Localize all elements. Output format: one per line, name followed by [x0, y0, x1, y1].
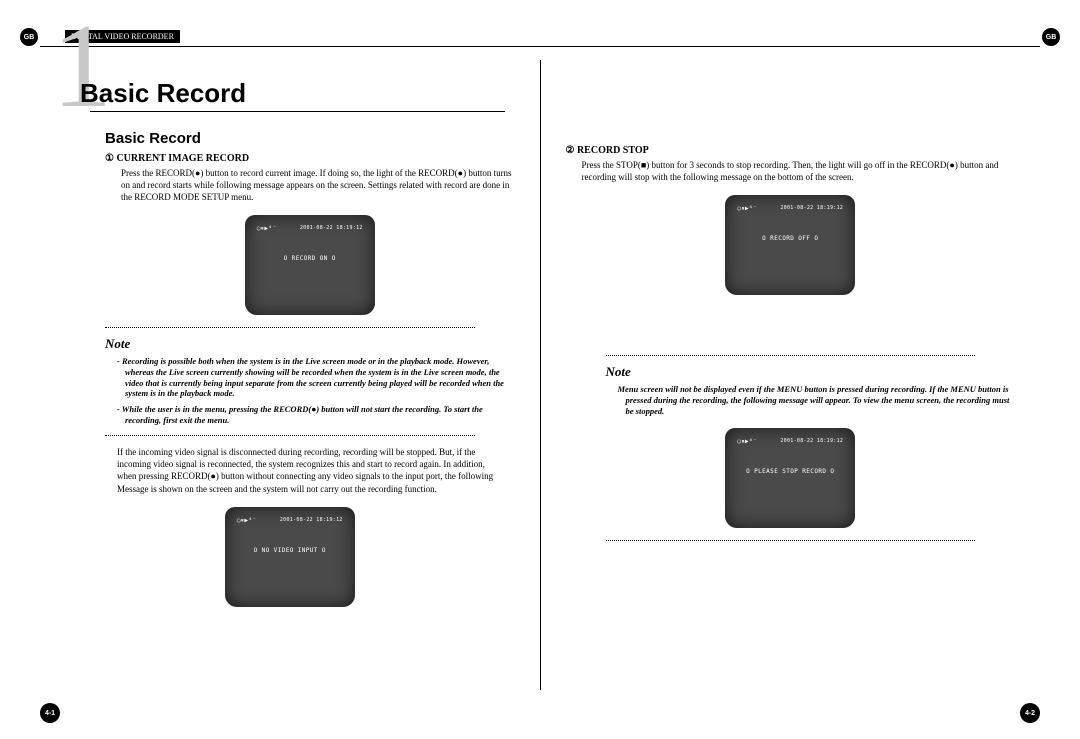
- gb-badge-left: GB: [20, 28, 38, 46]
- monitor-icons: ◯⏸▶⁴⁻: [737, 205, 757, 213]
- note-title-right: Note: [606, 364, 1016, 380]
- dotted-separator: [105, 435, 475, 436]
- note-item: - While the user is in the menu, pressin…: [117, 404, 515, 425]
- video-disconnect-para: If the incoming video signal is disconne…: [117, 446, 495, 495]
- monitor-no-video: ◯⏸▶⁴⁻ 2001-08-22 18:19:12 O NO VIDEO INP…: [225, 507, 355, 607]
- body-current-image: Press the RECORD(●) button to record cur…: [121, 167, 515, 203]
- monitor-message: O RECORD OFF O: [737, 235, 843, 242]
- sub-head-current-image: ① CURRENT IMAGE RECORD: [105, 153, 515, 164]
- monitor-timestamp: 2001-08-22 18:19:12: [300, 225, 363, 233]
- monitor-timestamp: 2001-08-22 18:19:12: [280, 517, 343, 525]
- gb-badge-right: GB: [1042, 28, 1060, 46]
- note-item: Menu screen will not be displayed even i…: [618, 384, 1016, 416]
- monitor-icons: ◯⏸▶⁴⁻: [257, 225, 277, 233]
- monitor-icons: ◯⏸▶⁴⁻: [237, 517, 257, 525]
- section-title: Basic Record: [105, 130, 515, 147]
- monitor-message: O NO VIDEO INPUT O: [237, 547, 343, 554]
- dotted-separator: [105, 327, 475, 328]
- page: GB GB DIGITAL VIDEO RECORDER 1 Basic Rec…: [0, 0, 1080, 739]
- columns: DIGITAL VIDEO RECORDER 1 Basic Record Ba…: [40, 30, 1040, 690]
- dotted-separator: [606, 355, 976, 356]
- monitor-record-off: ◯⏸▶⁴⁻ 2001-08-22 18:19:12 O RECORD OFF O: [725, 195, 855, 295]
- chapter-title: Basic Record: [80, 68, 515, 109]
- monitor-record-on: ◯⏸▶⁴⁻ 2001-08-22 18:19:12 O RECORD ON O: [245, 215, 375, 315]
- header-bar: DIGITAL VIDEO RECORDER: [65, 30, 515, 43]
- monitor-timestamp: 2001-08-22 18:19:12: [780, 438, 843, 446]
- body-record-stop: Press the STOP(■) button for 3 seconds t…: [582, 159, 1016, 183]
- left-column: DIGITAL VIDEO RECORDER 1 Basic Record Ba…: [40, 30, 540, 690]
- note-list-right: Menu screen will not be displayed even i…: [618, 384, 1016, 416]
- note-title-left: Note: [105, 336, 515, 352]
- monitor-message: O PLEASE STOP RECORD O: [737, 468, 843, 475]
- current-image-record-block: ① CURRENT IMAGE RECORD Press the RECORD(…: [105, 153, 515, 315]
- monitor-message: O RECORD ON O: [257, 255, 363, 262]
- right-column: ② RECORD STOP Press the STOP(■) button f…: [541, 30, 1041, 690]
- sub-head-record-stop: ② RECORD STOP: [566, 145, 1016, 156]
- page-number-left: 4-1: [40, 703, 60, 723]
- monitor-timestamp: 2001-08-22 18:19:12: [780, 205, 843, 213]
- page-number-right: 4-2: [1020, 703, 1040, 723]
- chapter-heading: 1 Basic Record: [80, 68, 515, 109]
- note-item: - Recording is possible both when the sy…: [117, 356, 515, 399]
- record-stop-block: ② RECORD STOP Press the STOP(■) button f…: [566, 145, 1016, 295]
- chapter-underline: [90, 111, 505, 112]
- monitor-icons: ◯⏸▶⁴⁻: [737, 438, 757, 446]
- monitor-please-stop: ◯⏸▶⁴⁻ 2001-08-22 18:19:12 O PLEASE STOP …: [725, 428, 855, 528]
- note-list-left: - Recording is possible both when the sy…: [117, 356, 515, 425]
- dotted-separator: [606, 540, 976, 541]
